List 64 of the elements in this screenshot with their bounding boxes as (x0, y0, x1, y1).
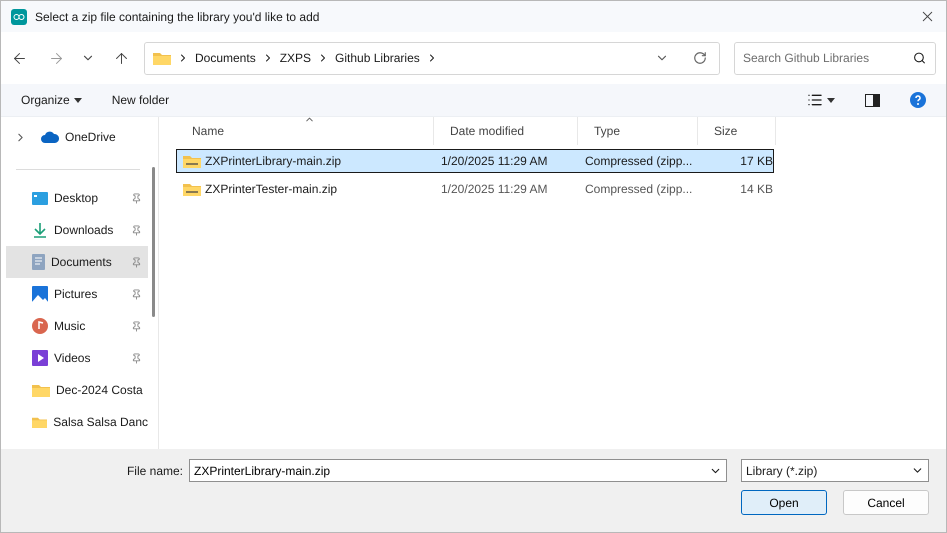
preview-pane-icon[interactable] (865, 94, 880, 106)
organize-menu[interactable]: Organize (21, 93, 82, 107)
file-name-field[interactable]: ZXPrinterLibrary-main.zip (189, 459, 727, 482)
sidebar-item[interactable]: Desktop (6, 182, 148, 214)
sidebar-item[interactable]: OneDrive (6, 121, 148, 153)
open-button[interactable]: Open (741, 490, 827, 515)
column-header[interactable]: Type (578, 117, 698, 145)
folder-icon (153, 51, 171, 65)
pin-icon (131, 192, 142, 204)
sidebar-item[interactable]: Downloads (6, 214, 148, 246)
breadcrumb[interactable]: Github Libraries (335, 51, 420, 65)
file-name: ZXPrinterLibrary-main.zip (205, 154, 342, 168)
video-icon (32, 350, 48, 366)
sidebar-item[interactable]: Salsa Salsa Danc (6, 406, 148, 438)
cancel-button[interactable]: Cancel (843, 490, 929, 515)
download-icon (32, 222, 48, 238)
view-options-button[interactable] (807, 92, 835, 108)
list-view-icon (807, 92, 823, 108)
search-field[interactable]: Search Github Libraries (734, 42, 936, 74)
caret-icon (827, 98, 835, 102)
search-icon (913, 52, 926, 64)
document-icon (32, 254, 45, 270)
column-header[interactable]: Date modified (434, 117, 578, 145)
table-cell-text: 1/20/2025 11:29 AM (440, 154, 549, 168)
picture-icon (32, 286, 48, 302)
folder-icon (32, 415, 48, 429)
desktop-icon (32, 192, 48, 204)
pin-icon (131, 320, 142, 332)
address-bar[interactable]: Documents ZXPS Github Libraries (144, 42, 720, 74)
music-icon (32, 318, 48, 334)
table-cell-text: 17 KB (739, 154, 774, 168)
file-name-label: File name: (126, 464, 183, 478)
cloud-icon (41, 131, 59, 143)
file-row[interactable]: ZXPrinterTester-main.zip 1/20/2025 11:29 AM Compressed (zipp... 14 KB (176, 177, 774, 201)
caret-icon (74, 98, 82, 102)
breadcrumb[interactable]: ZXPS (280, 51, 312, 65)
sidebar-item[interactable]: Dec-2024 Costa (6, 374, 148, 406)
table-cell-text: 1/20/2025 11:29 AM (440, 182, 549, 196)
column-header[interactable]: Name (176, 117, 434, 145)
pin-icon (131, 256, 142, 268)
refresh-icon[interactable] (693, 51, 707, 65)
new-folder-button[interactable]: New folder (112, 93, 170, 107)
app-icon (11, 8, 27, 24)
zip-folder-icon (183, 182, 201, 196)
file-row[interactable]: ZXPrinterLibrary-main.zip 1/20/2025 11:29 AM Compressed (zipp... 17 KB (176, 149, 774, 173)
sidebar-item[interactable]: Music (6, 310, 148, 342)
folder-icon (32, 383, 50, 397)
pin-icon (131, 288, 142, 300)
table-cell-text: Compressed (zipp... (584, 182, 694, 196)
table-cell-text: 14 KB (739, 182, 774, 196)
pin-icon (131, 224, 142, 236)
file-type-dropdown[interactable]: Library (*.zip) (741, 459, 929, 482)
zip-folder-icon (183, 154, 201, 168)
file-name: ZXPrinterTester-main.zip (205, 182, 338, 196)
help-icon[interactable] (910, 92, 926, 108)
pin-icon (131, 352, 142, 364)
table-cell-text: Compressed (zipp... (584, 154, 694, 168)
scrollbar-thumb[interactable] (152, 167, 154, 317)
sidebar-item[interactable]: Videos (6, 342, 148, 374)
column-header[interactable]: Size (698, 117, 776, 145)
sidebar-item[interactable]: Documents (6, 246, 148, 278)
sidebar-item[interactable]: Pictures (6, 278, 148, 310)
breadcrumb[interactable]: Documents (195, 51, 256, 65)
window-title: Select a zip file containing the library you'd like to add (35, 10, 320, 24)
